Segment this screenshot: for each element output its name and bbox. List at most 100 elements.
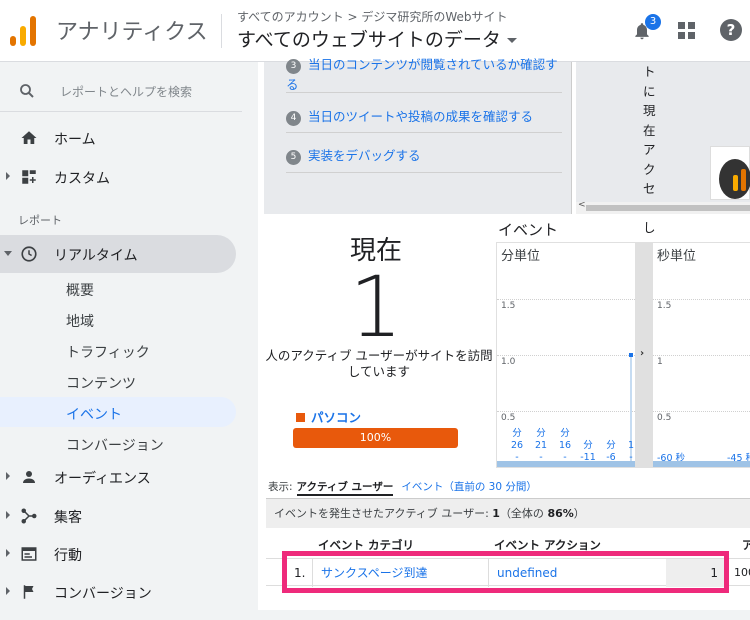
main-content: 3 当日のコンテンツが閲覧されているか確認する 4 当日のツイートや投稿の成果を確認… <box>258 57 750 620</box>
device-label: パソコン <box>311 410 362 425</box>
chart-divider-handle[interactable]: › <box>636 242 652 468</box>
y-tick: 1.5 <box>657 301 672 311</box>
dashboard-plus-icon <box>22 170 36 184</box>
sidebar-item-custom[interactable]: カスタム <box>0 158 236 196</box>
sidebar-item-home[interactable]: ホーム <box>0 119 236 157</box>
x-tick: 分 21- <box>534 428 548 463</box>
help-icon[interactable]: ? <box>720 19 742 41</box>
legend-swatch <box>296 413 305 422</box>
reports-section-label: レポート <box>18 214 62 227</box>
search-input[interactable]: レポートとヘルプを検索 <box>0 70 242 112</box>
chevron-right-icon <box>6 172 10 180</box>
step-number: 3 <box>286 59 301 74</box>
clock-icon <box>21 246 37 262</box>
analytics-logo[interactable] <box>10 16 38 46</box>
top-header: アナリティクス すべてのアカウント > デジマ研究所のWebサイト すべてのウェ… <box>0 0 750 62</box>
y-tick: 1.5 <box>501 301 516 311</box>
person-icon <box>23 471 35 483</box>
highlight-box <box>282 551 729 593</box>
display-toggle: 表示: アクティブ ユーザー イベント（直前の 30 分間） <box>268 479 537 496</box>
flag-icon <box>23 585 34 599</box>
x-tick: 分 26- <box>510 428 524 463</box>
tab-events-30min[interactable]: イベント（直前の 30 分間） <box>401 481 537 493</box>
step-number: 5 <box>286 150 301 165</box>
sidebar-item-label: リアルタイム <box>54 248 138 264</box>
chevron-right-icon <box>6 549 10 557</box>
breadcrumb[interactable]: すべてのアカウント > デジマ研究所のWebサイト <box>237 8 508 25</box>
guide-step-4[interactable]: 4 当日のツイートや投稿の成果を確認する <box>286 106 562 126</box>
sidebar-subitem-overview[interactable]: 概要 <box>0 273 236 303</box>
y-tick: 0.5 <box>657 413 672 423</box>
sidebar-item-label: コンバージョン <box>54 586 152 602</box>
subitem-label: トラフィック <box>66 345 150 361</box>
sidebar-subitem-locations[interactable]: 地域 <box>0 304 236 334</box>
y-tick: 0.5 <box>501 413 516 423</box>
subitem-label: コンテンツ <box>66 376 136 392</box>
analytics-thumbnail <box>710 146 750 200</box>
guide-step-5[interactable]: 5 実装をデバッグする <box>286 145 562 165</box>
sidebar: レポートとヘルプを検索 ホーム カスタム レポート リアルタイム 概要 地域 ト… <box>0 62 258 620</box>
browser-window-icon <box>21 547 37 561</box>
sidebar-subitem-content[interactable]: コンテンツ <box>0 366 236 396</box>
per-minute-chart: 分単位 1.5 1.0 0.5 分 26- 分 21- 分 16- 分 -11 分 -6 … <box>496 242 636 468</box>
per-second-chart: 秒単位 1.5 1 0.5 -60 秒 -45 秒 <box>652 242 750 468</box>
app-title: アナリティクス <box>56 20 208 45</box>
step-link[interactable]: 実装をデバッグする <box>308 148 421 163</box>
sidebar-item-label: カスタム <box>54 171 110 187</box>
x-tick: 分 16- <box>558 428 572 463</box>
table-summary: イベントを発生させたアクティブ ユーザー: 1（全体の 86%） <box>266 498 750 528</box>
active-user-count: 1 <box>349 258 403 356</box>
sidebar-subitem-conversions[interactable]: コンバージョン <box>0 428 236 458</box>
step-number: 4 <box>286 111 301 126</box>
scroll-left-icon[interactable]: < <box>578 200 586 210</box>
home-icon <box>21 131 37 144</box>
y-tick: 1 <box>657 357 663 367</box>
chevron-down-icon <box>4 251 12 256</box>
chevron-down-icon <box>506 38 517 43</box>
step-link[interactable]: 当日のツイートや投稿の成果を確認する <box>308 109 533 124</box>
sidebar-item-label: 集客 <box>54 510 82 526</box>
subitem-label: コンバージョン <box>66 438 164 454</box>
subitem-label: 概要 <box>66 283 94 299</box>
active-user-description: 人のアクティブ ユーザーがサイトを訪問しています <box>265 348 493 379</box>
column-header-extra[interactable]: ア <box>742 537 750 553</box>
guide-panel: 3 当日のコンテンツが閲覧されているか確認する 4 当日のツイートや投稿の成果を確認… <box>264 57 572 214</box>
chart-title: 分単位 <box>501 249 541 264</box>
horizontal-scrollbar[interactable]: < <box>576 200 750 214</box>
notification-badge: 3 <box>645 14 661 30</box>
sidebar-item-label: オーディエンス <box>54 471 151 487</box>
acquisition-icon <box>21 508 37 524</box>
view-title: すべてのウェブサイトのデータ <box>237 29 501 51</box>
show-label: 表示: <box>268 481 293 493</box>
apps-grid-icon[interactable] <box>678 22 696 40</box>
subitem-label: イベント <box>66 407 122 423</box>
divider <box>286 92 562 93</box>
tab-active-users[interactable]: アクティブ ユーザー <box>296 481 394 496</box>
guide-step-3[interactable]: 3 当日のコンテンツが閲覧されているか確認する <box>286 54 562 93</box>
sidebar-item-behavior[interactable]: 行動 <box>0 535 236 573</box>
chevron-right-icon <box>6 587 10 595</box>
step-link[interactable]: 当日のコンテンツが閲覧されているか確認する <box>286 57 558 92</box>
footer-strip <box>258 610 750 620</box>
search-placeholder: レポートとヘルプを検索 <box>60 85 193 99</box>
chart-baseline <box>653 461 750 467</box>
chevron-right-icon <box>6 472 10 480</box>
search-icon <box>20 84 34 98</box>
y-tick: 1.0 <box>501 357 516 367</box>
sidebar-subitem-events[interactable]: イベント <box>0 397 236 427</box>
row-extra-value: 100 <box>734 566 750 579</box>
sidebar-item-audience[interactable]: オーディエンス <box>0 458 236 496</box>
chevron-right-icon <box>6 511 10 519</box>
divider <box>286 132 562 133</box>
sidebar-subitem-traffic[interactable]: トラフィック <box>0 335 236 365</box>
scrollbar-thumb[interactable] <box>586 205 750 211</box>
header-divider <box>221 14 222 48</box>
chevron-right-icon: › <box>640 348 645 359</box>
subitem-label: 地域 <box>66 314 94 330</box>
sidebar-item-realtime[interactable]: リアルタイム <box>0 235 236 273</box>
divider <box>286 172 562 173</box>
sidebar-item-acquisition[interactable]: 集客 <box>0 497 236 535</box>
view-selector[interactable]: すべてのウェブサイトのデータ <box>237 25 517 52</box>
sidebar-item-conversion[interactable]: コンバージョン <box>0 573 236 611</box>
device-legend: パソコン <box>296 407 361 426</box>
